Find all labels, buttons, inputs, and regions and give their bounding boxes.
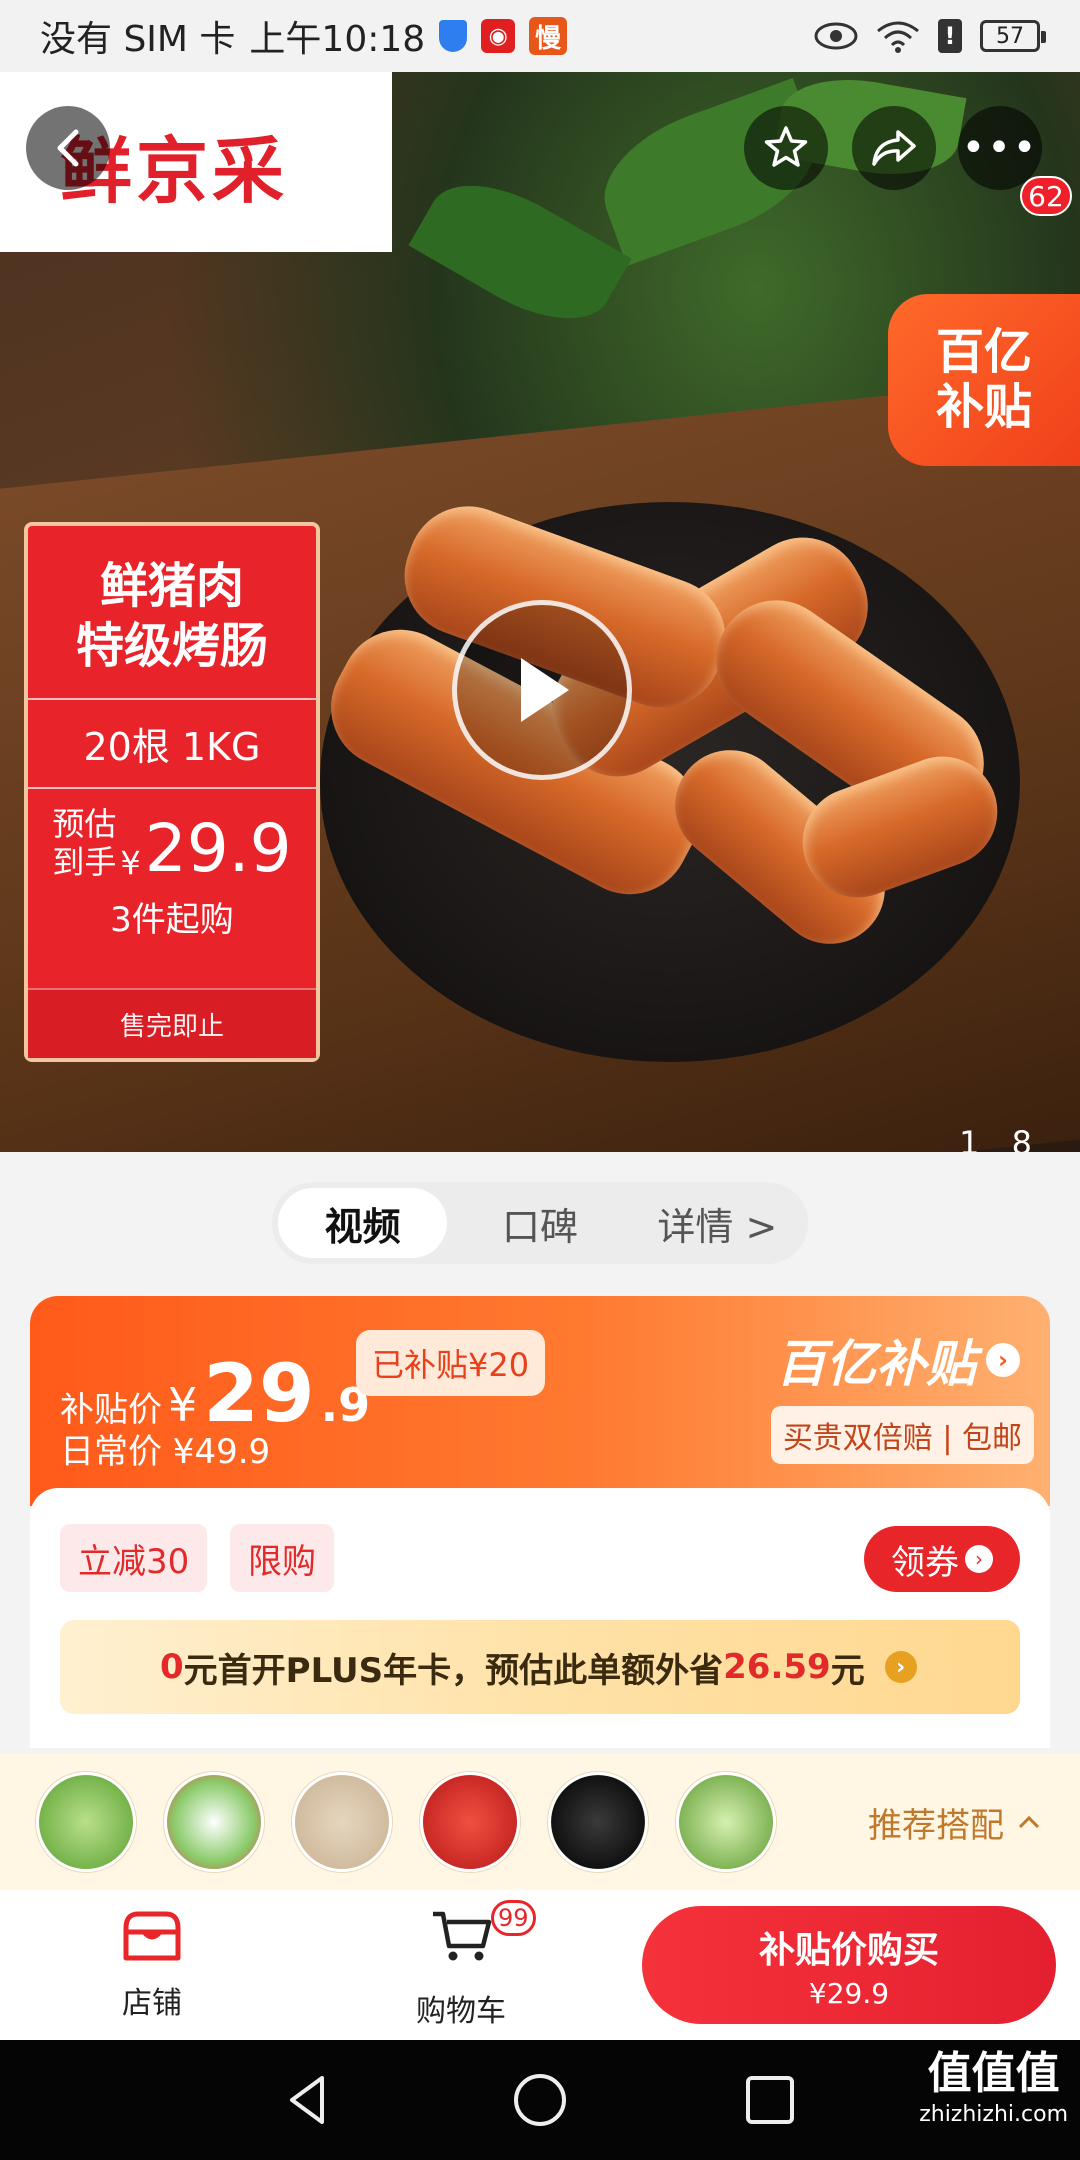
billion-subsidy-logo: 百亿补贴 [776, 1335, 976, 1393]
system-nav-bar [0, 2040, 1080, 2160]
cart-icon [433, 1911, 492, 1961]
share-button[interactable] [852, 106, 936, 190]
carrier-text: 没有 SIM 卡 [40, 19, 236, 60]
divider [28, 787, 316, 789]
subsidy-price: 补贴价 ¥ 29 .9 [60, 1354, 370, 1434]
app-notification-icon: ◉ [481, 19, 516, 53]
store-icon [123, 1911, 181, 1961]
image-counter-total: 8 [1011, 1124, 1032, 1152]
subsidy-tag-line2: 补贴 [935, 379, 1032, 435]
promo-min-qty: 3件起购 [110, 899, 234, 940]
plus-savings-amount: 26.59 [723, 1647, 831, 1687]
price-integer: 29 [203, 1347, 315, 1440]
promo-est-label2: 到手 [52, 843, 117, 882]
reco-item-cucumber-box[interactable] [164, 1772, 264, 1872]
buy-subsidy-button[interactable]: 补贴价购买 ¥29.9 [642, 1906, 1056, 2024]
watermark-logo: 值值值 [927, 2048, 1060, 2099]
more-button[interactable]: ••• [958, 106, 1042, 190]
image-counter: 1 8 [959, 1124, 1032, 1152]
reco-item-lettuce[interactable] [36, 1772, 136, 1872]
cart-count-badge: 99 [491, 1900, 536, 1936]
subsidy-tag-line1: 百亿 [935, 323, 1032, 380]
coupon-section: 立减30 限购 领券 › 0 元首开PLUS年卡，预估此单额外省 26.59 元… [30, 1488, 1050, 1748]
watermark: 值值值 zhizhizhi.com [919, 2052, 1068, 2126]
wifi-icon [877, 21, 919, 53]
buy-button-price: ¥29.9 [808, 1976, 890, 2010]
back-button[interactable] [26, 106, 110, 190]
tab-video[interactable]: 视频 [278, 1188, 448, 1258]
reco-item-beans[interactable] [292, 1772, 392, 1872]
chevron-right-icon: › [986, 1343, 1020, 1377]
promo-title-line1: 鲜猪肉 [99, 558, 244, 614]
chevron-up-icon [1018, 1815, 1040, 1829]
promo-spec: 20根 1KG [83, 725, 261, 769]
promo-card: 鲜猪肉 特级烤肠 20根 1KG 预估 到手 ¥ 29.9 3件起购 售完即止 [24, 522, 320, 1062]
reco-item-cucumber[interactable] [676, 1772, 776, 1872]
promo-price: 29.9 [144, 809, 292, 887]
alert-icon: ! [938, 19, 962, 53]
star-icon [764, 126, 808, 167]
clock-text: 上午10:18 [249, 19, 426, 60]
buy-button-title: 补贴价购买 [758, 1929, 939, 1971]
slow-badge: 慢 [529, 17, 568, 55]
subsidized-amount-badge: 已补贴¥20 [356, 1330, 546, 1396]
promo-currency: ¥ [120, 843, 141, 882]
purchase-limit-chip[interactable]: 限购 [230, 1524, 334, 1592]
nav-back-icon[interactable] [278, 2070, 338, 2130]
nav-recents-icon[interactable] [740, 2070, 800, 2130]
recommended-combos: 推荐搭配 [0, 1754, 1080, 1890]
recommend-combo-toggle[interactable]: 推荐搭配 [868, 1798, 1040, 1847]
more-dots-icon: ••• [961, 125, 1039, 171]
tab-reviews[interactable]: 口碑 [455, 1188, 624, 1258]
guarantee-badge: 买贵双倍赔 | 包邮 [770, 1406, 1034, 1464]
chevron-right-icon: › [965, 1545, 993, 1573]
plus-text: 元首开PLUS年卡，预估此单额外省 [183, 1650, 724, 1691]
reco-item-chili[interactable] [420, 1772, 520, 1872]
store-button[interactable]: 店铺 [120, 1908, 184, 2022]
watermark-domain: zhizhizhi.com [919, 2102, 1068, 2127]
bottom-action-bar: 店铺 99 购物车 补贴价购买 ¥29.9 [0, 1890, 1080, 2040]
leaf-decoration [408, 158, 632, 346]
notification-badge: 62 [1020, 176, 1072, 216]
reco-item-black-beans[interactable] [548, 1772, 648, 1872]
share-icon [872, 130, 916, 166]
image-counter-current: 1 [959, 1124, 980, 1152]
plus-unit: 元 [830, 1650, 865, 1691]
promo-footer: 售完即止 [28, 988, 316, 1058]
price-banner: 补贴价 ¥ 29 .9 已补贴¥20 日常价 ¥49.9 百亿补贴 › 买贵双倍… [30, 1296, 1050, 1506]
tab-details[interactable]: 详情 > [633, 1188, 802, 1258]
favorite-button[interactable] [744, 106, 828, 190]
daily-price: 日常价 ¥49.9 [60, 1432, 271, 1472]
eye-icon [814, 22, 858, 50]
recommend-label: 推荐搭配 [868, 1805, 1004, 1846]
store-label: 店铺 [122, 1986, 182, 2021]
cart-button[interactable]: 99 购物车 [416, 1900, 536, 2030]
shield-icon [439, 20, 468, 52]
content-tabs: 视频 口碑 详情 > [272, 1182, 808, 1264]
chevron-right-icon: › [884, 1651, 917, 1683]
play-icon [521, 658, 569, 722]
plus-price-zero: 0 [160, 1647, 184, 1687]
promo-title-line2: 特级烤肠 [75, 618, 268, 674]
billion-subsidy-tag[interactable]: 百亿 补贴 [888, 294, 1080, 466]
battery-icon: 57 [980, 20, 1046, 52]
claim-coupon-button[interactable]: 领券 › [864, 1526, 1020, 1592]
status-bar: 没有 SIM 卡 上午10:18 ◉ 慢 ! 57 [0, 0, 1080, 72]
billion-subsidy-link[interactable]: 百亿补贴 › [776, 1324, 1020, 1396]
discount-chip[interactable]: 立减30 [60, 1524, 208, 1592]
claim-coupon-label: 领券 [891, 1542, 959, 1583]
back-arrow-icon [57, 129, 79, 167]
promo-price-row: 预估 到手 ¥ 29.9 [28, 805, 316, 882]
product-image-carousel[interactable]: 鲜京采 ••• 62 百亿 补贴 鲜猪肉 特级烤肠 20根 1KG 预估 到手 … [0, 72, 1080, 1152]
promo-est-label1: 预估 [52, 805, 117, 843]
cart-label: 购物车 [416, 1994, 506, 2029]
play-video-button[interactable] [452, 600, 632, 780]
nav-home-icon[interactable] [510, 2070, 570, 2130]
plus-membership-banner[interactable]: 0 元首开PLUS年卡，预估此单额外省 26.59 元 › [60, 1620, 1020, 1714]
